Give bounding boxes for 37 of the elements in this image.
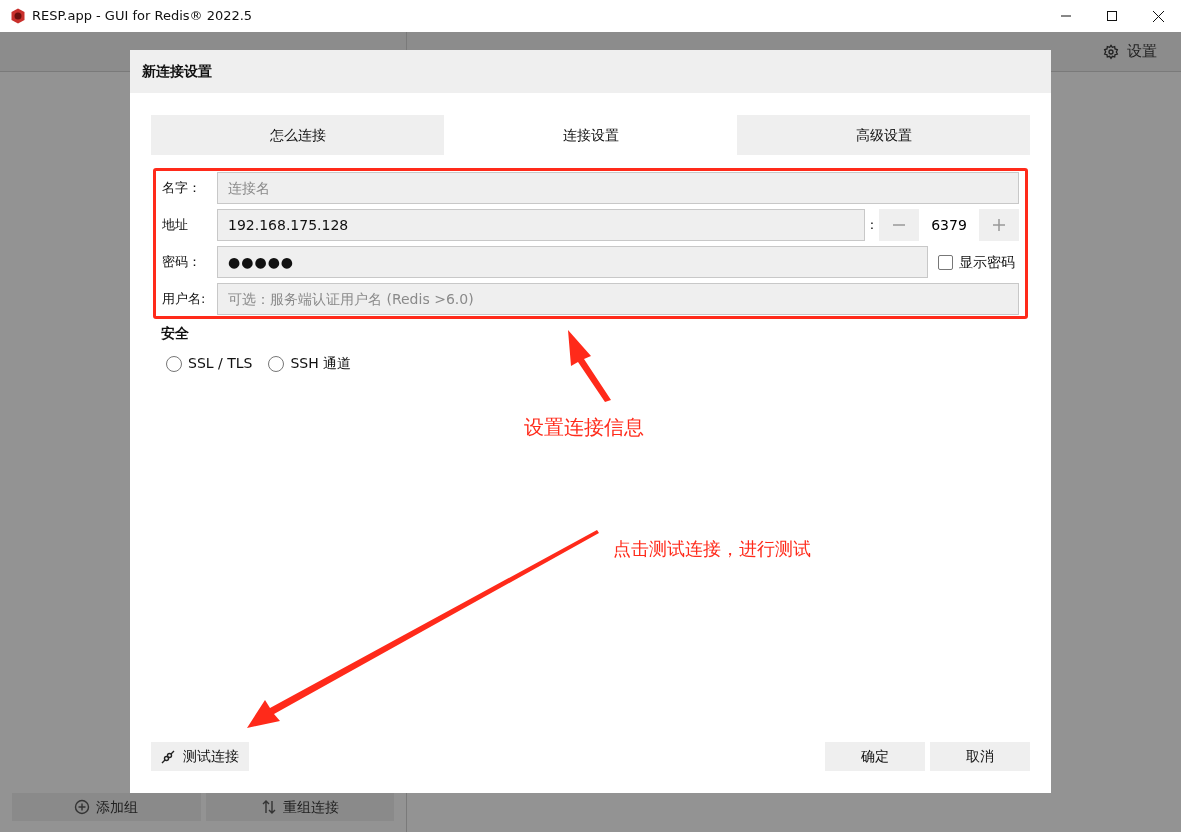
text-field[interactable]: 可选：服务端认证用户名 (Redis >6.0) bbox=[217, 283, 1019, 315]
ok-button[interactable]: 确定 bbox=[825, 742, 925, 771]
password-field[interactable]: ●●●●● bbox=[217, 246, 928, 278]
field-label: 用户名: bbox=[162, 290, 207, 309]
plus-circle-icon bbox=[74, 799, 91, 815]
field-label: 名字： bbox=[162, 179, 202, 198]
field-label: 密码： bbox=[162, 253, 202, 272]
tab[interactable]: 怎么连接 bbox=[151, 115, 444, 155]
annotation-text: 点击测试连接，进行测试 bbox=[613, 537, 811, 561]
sort-arrows-icon bbox=[260, 799, 277, 815]
field-label: 地址 bbox=[162, 216, 189, 235]
radio-label: SSH 通道 bbox=[290, 354, 352, 373]
show-password-checkbox[interactable] bbox=[938, 254, 953, 270]
show-password-label: 显示密码 bbox=[959, 252, 1015, 272]
window-title: RESP.app - GUI for Redis® 2022.5 bbox=[32, 7, 253, 26]
annotation-text: 设置连接信息 bbox=[524, 414, 644, 441]
cancel-button[interactable]: 取消 bbox=[930, 742, 1030, 771]
port-separator: : bbox=[868, 216, 876, 235]
close-icon bbox=[1152, 10, 1164, 22]
sidebar-button[interactable]: 添加组 bbox=[12, 793, 201, 821]
dialog-title: 新连接设置 bbox=[142, 62, 212, 81]
settings-button[interactable]: 设置 bbox=[1103, 40, 1157, 63]
maximize-icon bbox=[1107, 11, 1117, 21]
app-logo-icon bbox=[10, 8, 26, 24]
annotation-arrow bbox=[568, 330, 611, 402]
host-field[interactable]: 192.168.175.128 bbox=[217, 209, 865, 241]
radio-button[interactable] bbox=[166, 355, 182, 372]
settings-icon bbox=[1103, 43, 1119, 60]
tab[interactable]: 高级设置 bbox=[737, 115, 1030, 155]
sidebar-button[interactable]: 重组连接 bbox=[205, 793, 394, 821]
plus-icon bbox=[992, 218, 1006, 232]
radio-button[interactable] bbox=[268, 355, 285, 372]
radio-label: SSL / TLS bbox=[188, 354, 253, 373]
section-heading: 安全 bbox=[161, 324, 190, 343]
plug-icon bbox=[161, 749, 175, 764]
text-field[interactable]: 连接名 bbox=[217, 172, 1019, 204]
test-connection-button[interactable]: 测试连接 bbox=[151, 742, 249, 771]
